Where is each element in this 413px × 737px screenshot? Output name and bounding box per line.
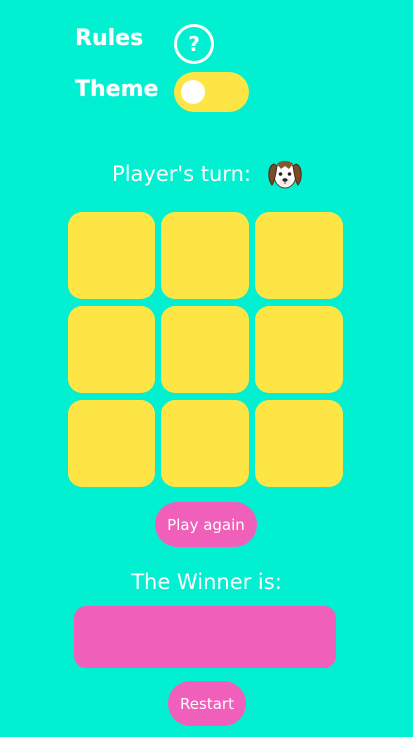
board-cell[interactable] — [161, 212, 249, 299]
turn-label: Player's turn: — [112, 162, 251, 186]
play-again-button[interactable]: Play again — [155, 502, 257, 547]
toggle-knob — [181, 80, 205, 104]
rules-label: Rules — [75, 26, 144, 51]
board-cell[interactable] — [255, 306, 343, 393]
game-board — [68, 212, 343, 487]
board-cell[interactable] — [68, 212, 155, 299]
board-cell[interactable] — [161, 400, 249, 487]
board-cell[interactable] — [68, 400, 155, 487]
board-cell[interactable] — [68, 306, 155, 393]
winner-display — [74, 606, 336, 668]
winner-label: The Winner is: — [131, 570, 282, 594]
question-mark-icon: ? — [188, 32, 200, 56]
dog-face-icon — [268, 161, 302, 189]
board-cell[interactable] — [255, 400, 343, 487]
theme-label: Theme — [75, 77, 159, 102]
board-cell[interactable] — [161, 306, 249, 393]
rules-help-button[interactable]: ? — [174, 24, 214, 64]
theme-toggle[interactable] — [174, 72, 249, 112]
restart-button[interactable]: Restart — [168, 681, 246, 726]
turn-indicator: Player's turn: — [0, 152, 413, 196]
board-cell[interactable] — [255, 212, 343, 299]
